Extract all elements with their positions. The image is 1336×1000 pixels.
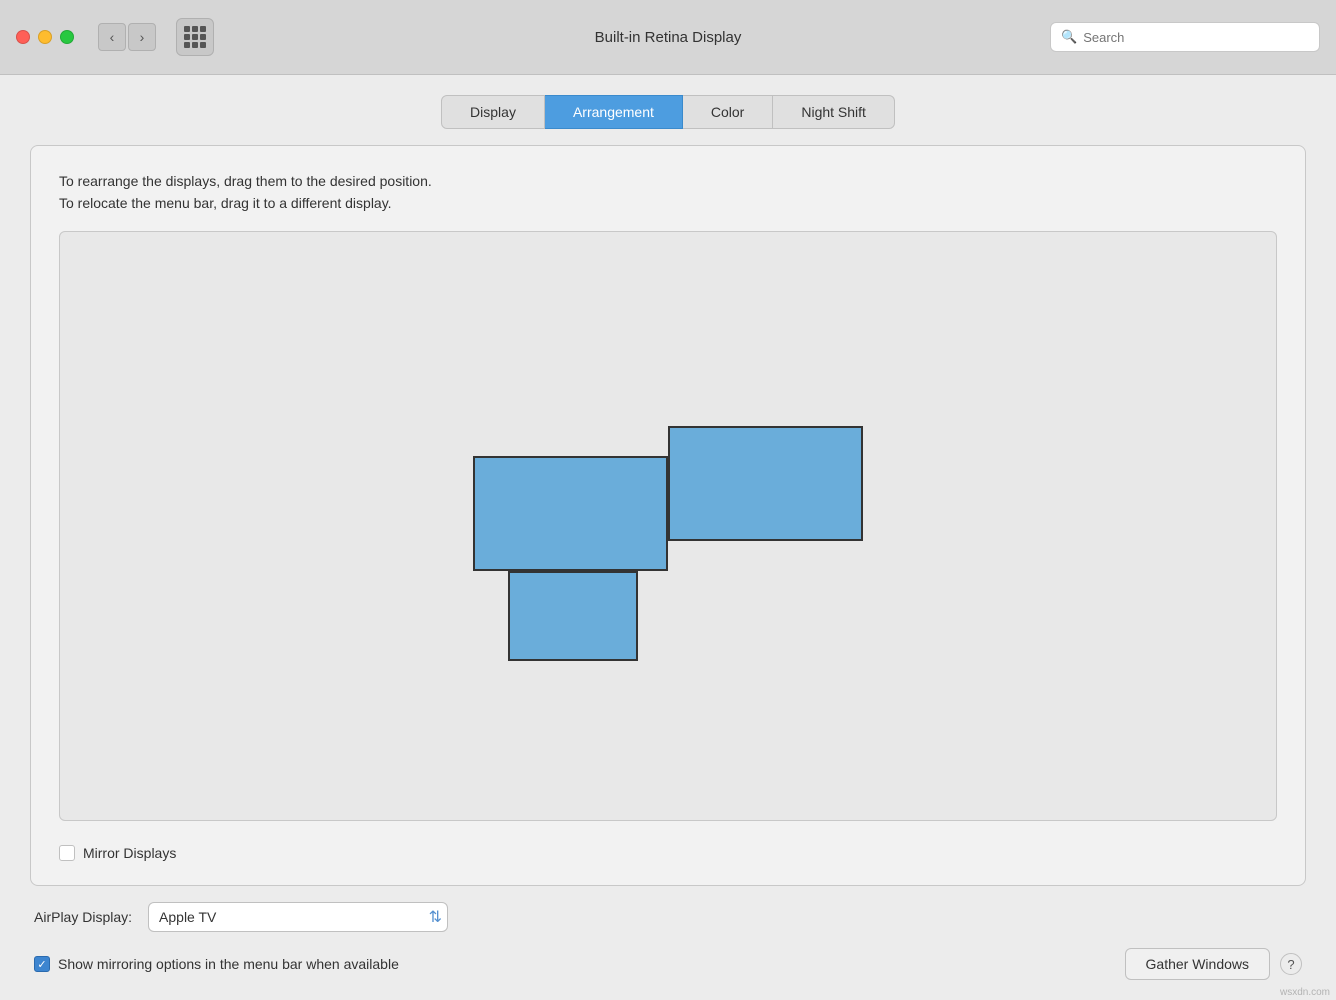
mirroring-label: Show mirroring options in the menu bar w…: [58, 956, 399, 972]
display-secondary[interactable]: [668, 426, 863, 541]
content-area: Display Arrangement Color Night Shift To…: [0, 75, 1336, 1000]
mirroring-right: Gather Windows ?: [1125, 948, 1302, 980]
search-input[interactable]: [1083, 30, 1309, 45]
tab-color[interactable]: Color: [683, 95, 773, 129]
grid-button[interactable]: [176, 18, 214, 56]
displays-canvas: [60, 232, 1276, 820]
tab-arrangement[interactable]: Arrangement: [545, 95, 683, 129]
instruction-text: To rearrange the displays, drag them to …: [59, 170, 1277, 215]
display-area: [59, 231, 1277, 821]
forward-button[interactable]: ›: [128, 23, 156, 51]
airplay-select[interactable]: Off Apple TV Other: [148, 902, 448, 932]
mirroring-checkbox[interactable]: ✓: [34, 956, 50, 972]
main-window: ‹ › Built-in Retina Display 🔍 Display Ar…: [0, 0, 1336, 1000]
mirroring-row: ✓ Show mirroring options in the menu bar…: [34, 948, 1302, 980]
mirror-displays-label: Mirror Displays: [83, 845, 176, 861]
gather-windows-button[interactable]: Gather Windows: [1125, 948, 1270, 980]
nav-buttons: ‹ ›: [98, 23, 156, 51]
search-box[interactable]: 🔍: [1050, 22, 1320, 52]
maximize-button[interactable]: [60, 30, 74, 44]
tab-night-shift[interactable]: Night Shift: [773, 95, 895, 129]
mirror-displays-row: Mirror Displays: [59, 845, 1277, 861]
airplay-row: AirPlay Display: Off Apple TV Other ⇅: [34, 902, 1302, 932]
arrangement-panel: To rearrange the displays, drag them to …: [30, 145, 1306, 886]
grid-icon: [184, 26, 206, 48]
close-button[interactable]: [16, 30, 30, 44]
minimize-button[interactable]: [38, 30, 52, 44]
bottom-section: AirPlay Display: Off Apple TV Other ⇅ ✓ …: [30, 902, 1306, 980]
titlebar: ‹ › Built-in Retina Display 🔍: [0, 0, 1336, 75]
instruction-line2: To relocate the menu bar, drag it to a d…: [59, 192, 1277, 214]
back-button[interactable]: ‹: [98, 23, 126, 51]
tab-display[interactable]: Display: [441, 95, 545, 129]
window-title: Built-in Retina Display: [595, 29, 742, 46]
airplay-select-wrap: Off Apple TV Other ⇅: [148, 902, 448, 932]
help-button[interactable]: ?: [1280, 953, 1302, 975]
display-main[interactable]: [473, 456, 668, 571]
mirroring-left: ✓ Show mirroring options in the menu bar…: [34, 956, 399, 972]
airplay-label: AirPlay Display:: [34, 909, 132, 925]
tabs-container: Display Arrangement Color Night Shift: [30, 95, 1306, 129]
instruction-line1: To rearrange the displays, drag them to …: [59, 170, 1277, 192]
search-icon: 🔍: [1061, 29, 1077, 45]
display-third[interactable]: [508, 571, 638, 661]
traffic-lights: [16, 30, 74, 44]
mirror-displays-checkbox[interactable]: [59, 845, 75, 861]
